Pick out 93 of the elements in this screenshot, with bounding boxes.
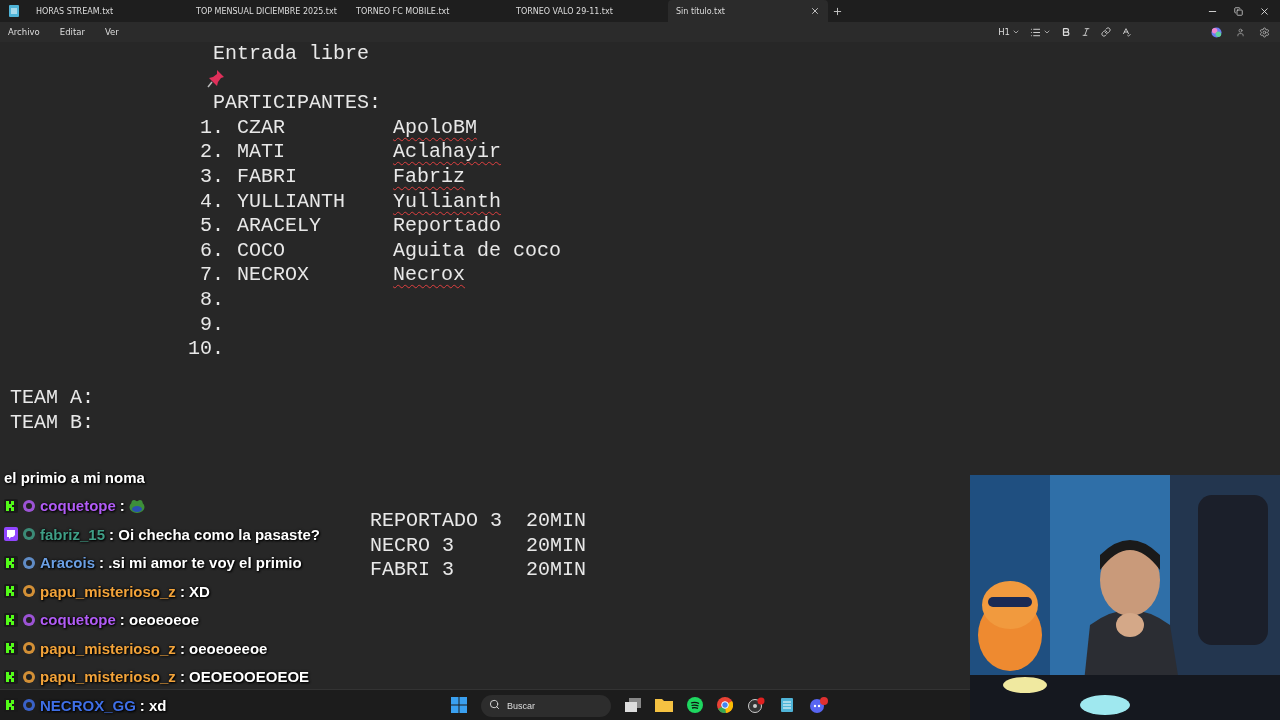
document-text: MATI [237,140,286,165]
document-text: 20MIN [526,558,586,584]
document-text: TEAM B: [10,410,94,436]
chat-message: : .si mi amor te voy el primio [99,554,302,572]
tab[interactable]: TORNEO FC MOBILE.txt [348,0,508,22]
chat-message: el primio a mi noma [4,468,145,486]
list-number: 5. [199,214,224,239]
menu-item[interactable]: Editar [59,27,93,37]
badge-icon [22,527,36,542]
new-tab-icon[interactable] [832,5,843,17]
chat-username: coquetope [40,611,116,629]
copilot-icon[interactable] [1211,26,1222,38]
settings-icon[interactable] [1259,26,1270,38]
badge-icon [22,641,36,656]
list-number: 1. [199,115,224,141]
chat-username: NECROX_GG [40,696,136,714]
document-text: Reportado [393,214,502,239]
heading-dropdown[interactable]: H1 [998,27,1020,37]
chat-username: fabriz_15 [40,525,106,543]
document-text: TEAM A: [10,386,94,411]
tab[interactable]: TORNEO VALO 29-11.txt [508,0,668,22]
search-icon[interactable] [489,699,500,710]
badge-icon [22,584,36,599]
document-text: 20MIN [526,533,586,559]
menu-item[interactable]: Archivo [8,27,48,37]
badge-icon [22,612,36,627]
document-text: Necrox [393,263,465,288]
spellcheck-icon[interactable] [1121,27,1131,37]
start-icon[interactable] [451,697,467,713]
badge-icon [22,698,36,713]
document-text: 20MIN [526,509,586,534]
caret-icon[interactable] [1043,28,1051,36]
document-text: Entrada libre [213,42,370,67]
link-icon[interactable] [1101,27,1111,37]
recorder-icon[interactable] [747,697,765,713]
chat-username: papu_misterioso_z [40,668,176,686]
music-app-icon[interactable] [687,697,703,713]
list-number: 3. [199,164,224,190]
restore-icon[interactable] [1234,6,1243,16]
list-number: 9. [199,312,224,338]
document-text: Fabriz [393,164,465,190]
chat-message: : XD [179,582,210,600]
search-field[interactable]: Buscar [481,695,611,717]
close-icon[interactable] [810,6,820,16]
document-text: CZAR [237,115,286,141]
list-icon[interactable] [1030,26,1041,38]
document-text: NECRO 3 [370,533,455,559]
document-text: FABRI [237,164,298,190]
list-number: 10. [187,337,224,362]
account-icon[interactable] [1236,27,1245,37]
tab[interactable]: TOP MENSUAL DICIEMBRE 2025.txt [188,0,348,22]
chat-app-icon[interactable] [809,697,829,713]
document-text: REPORTADO 3 [370,509,504,534]
chat-message: : OEOEOOEOEOE [179,668,310,686]
list-number: 7. [199,263,224,288]
chat-username: papu_misterioso_z [40,639,176,657]
close-icon[interactable] [1259,5,1270,17]
chat-message: : xd [139,696,167,714]
badge-icon [22,669,36,684]
document-text: COCO [237,238,286,264]
document-text: ApoloBM [393,115,477,141]
badge-icon [22,498,36,513]
document-text: Yullianth [393,189,502,215]
chat-username: papu_misterioso_z [40,582,176,600]
chat-username: Aracois [40,554,96,572]
browser-icon[interactable] [717,697,733,713]
notepad-icon[interactable] [779,697,795,713]
chat-message: : [119,497,125,515]
chat-message: : Oi checha como la pasaste? [109,525,320,543]
list-number: 4. [199,189,224,215]
task-view-icon[interactable] [625,698,641,712]
document-text: FABRI 3 [370,558,455,584]
document-text: Aguita de coco [393,238,562,264]
document-text: YULLIANTH [237,189,347,215]
document-text: Aclahayir [393,140,502,165]
chat-message: : oeoeoeeoe [179,639,268,657]
list-number: 2. [199,140,224,165]
notepad-icon [9,5,19,17]
document-text: ARACELY [237,214,322,239]
chat-username: coquetope [40,497,116,515]
document-text: NECROX [237,263,310,288]
chat-message: : oeoeoeoe [119,611,200,629]
list-number: 6. [199,238,224,264]
caret-icon[interactable] [1012,28,1020,36]
tab[interactable]: HORAS STREAM.txt [28,0,188,22]
document-text: PARTICIPANTES: [213,91,382,116]
tab[interactable]: Sin título.txt [668,0,828,22]
italic-icon[interactable] [1081,27,1091,37]
badge-icon [22,555,36,570]
bold-icon[interactable] [1061,27,1071,37]
menu-item[interactable]: Ver [104,27,127,37]
list-number: 8. [199,287,224,313]
folder-icon[interactable] [655,698,673,712]
